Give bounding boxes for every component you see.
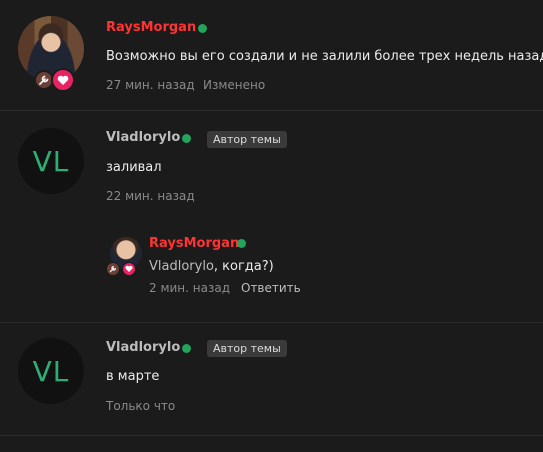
online-status-dot <box>182 134 191 143</box>
reply-button[interactable]: Ответить <box>241 281 301 295</box>
username[interactable]: Vladlorylo <box>106 130 180 145</box>
comment-text: Возможно вы его создали и не залили боле… <box>106 49 543 64</box>
comment-text: заливал <box>106 160 162 175</box>
divider <box>0 322 543 323</box>
username[interactable]: Vladlorylo <box>106 340 180 355</box>
user-avatar[interactable]: VL <box>18 128 84 194</box>
comment-text: в марте <box>106 369 160 384</box>
username[interactable]: RaysMorgan <box>106 20 196 35</box>
online-status-dot <box>237 239 246 248</box>
comment-time[interactable]: Только что <box>106 399 175 413</box>
comment-time[interactable]: 2 мин. назад <box>149 281 230 295</box>
comment-time[interactable]: 27 мин. назад <box>106 78 195 92</box>
comment-time[interactable]: 22 мин. назад <box>106 189 195 203</box>
reply-text: Vladlorylo, когда?) <box>149 259 274 274</box>
divider <box>0 435 543 436</box>
heart-icon <box>51 68 75 92</box>
topic-author-badge: Автор темы <box>207 340 287 357</box>
edited-label[interactable]: Изменено <box>203 78 265 92</box>
topic-author-badge: Автор темы <box>207 131 287 148</box>
mention-link[interactable]: Vladlorylo <box>149 259 214 274</box>
online-status-dot <box>182 344 191 353</box>
wrench-icon <box>106 262 120 276</box>
heart-icon <box>122 262 136 276</box>
username[interactable]: RaysMorgan <box>149 236 239 251</box>
divider <box>0 110 543 111</box>
online-status-dot <box>198 24 207 33</box>
user-avatar[interactable]: VL <box>18 338 84 404</box>
reply-text-rest: , когда?) <box>213 259 274 274</box>
